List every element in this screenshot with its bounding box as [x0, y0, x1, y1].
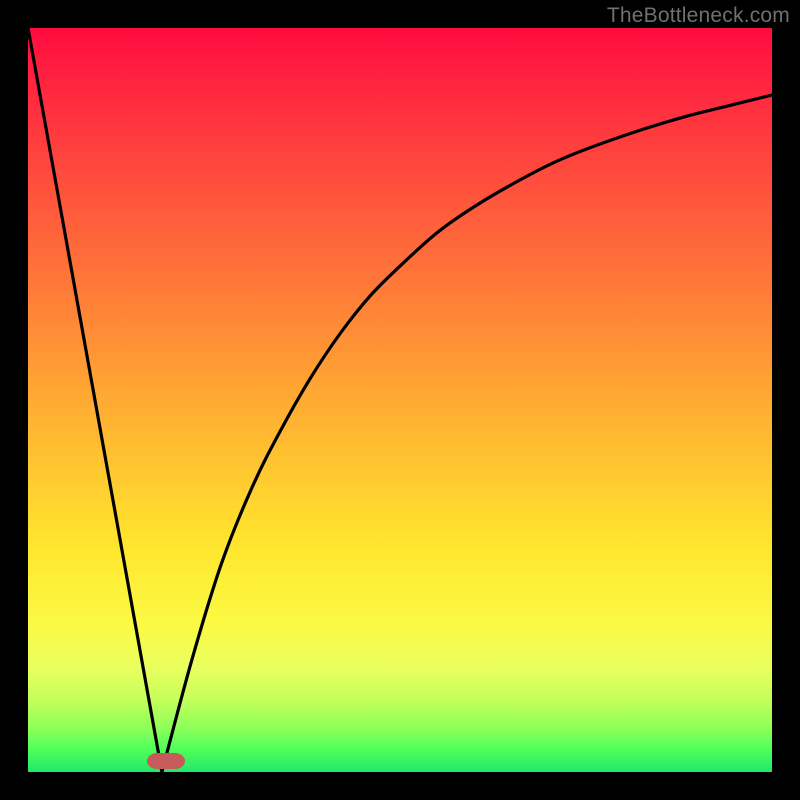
- curve-left-branch: [28, 28, 162, 772]
- curve-right-branch: [162, 95, 772, 772]
- plot-area: [28, 28, 772, 772]
- bottleneck-curve: [28, 28, 772, 772]
- watermark-text: TheBottleneck.com: [607, 4, 790, 28]
- optimal-point-marker: [147, 753, 185, 769]
- chart-frame: TheBottleneck.com: [0, 0, 800, 800]
